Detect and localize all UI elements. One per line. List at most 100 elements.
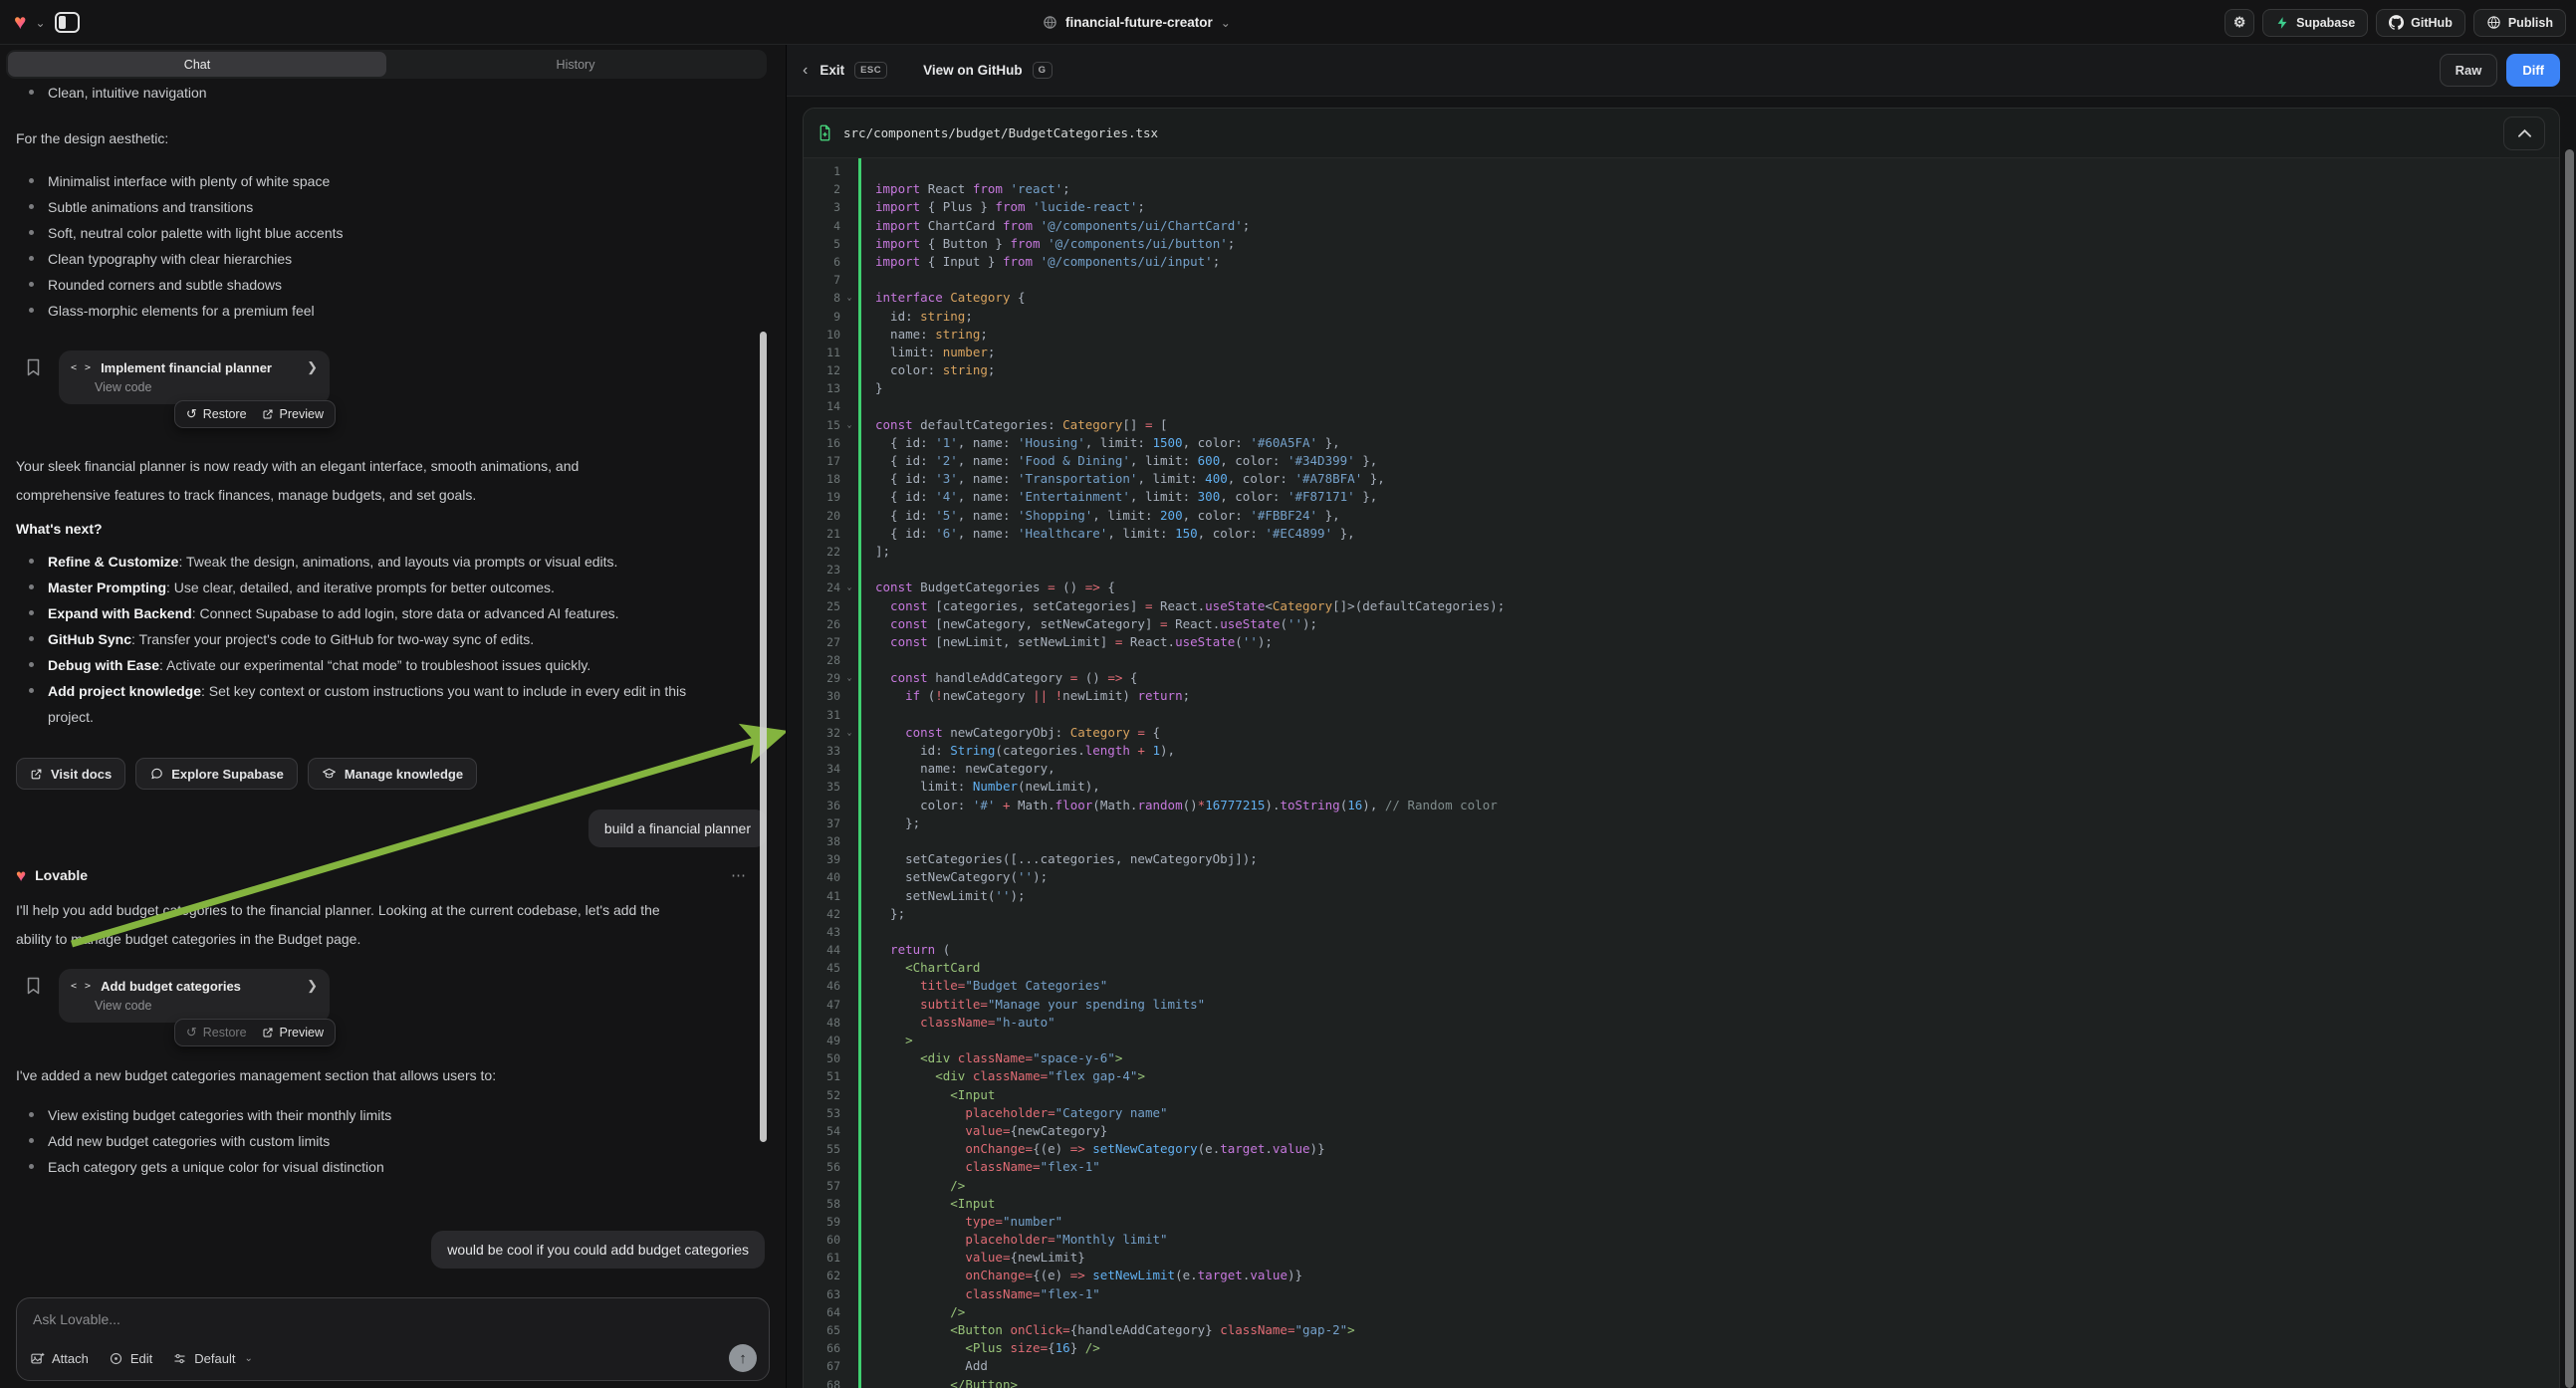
code-editor[interactable]: 12import React from 'react';3import { Pl… [804, 158, 2559, 1388]
code-line: 23 [804, 561, 2559, 578]
list-item: Clean typography with clear hierarchies [16, 246, 770, 272]
preview-button[interactable]: Preview [262, 407, 324, 421]
supabase-button[interactable]: Supabase [2262, 9, 2368, 37]
model-selector[interactable]: Default ⌄ [172, 1351, 253, 1366]
line-number: 58 [804, 1195, 840, 1213]
code-line: 49 > [804, 1032, 2559, 1049]
sidebar-toggle-icon[interactable] [55, 12, 80, 33]
added-paragraph: I've added a new budget categories manag… [16, 1064, 675, 1086]
list-item: GitHub Sync: Transfer your project's cod… [16, 626, 770, 652]
fold-chevron-icon[interactable]: ⌄ [840, 416, 858, 434]
bullet-text: Expand with Backend: Connect Supabase to… [48, 600, 619, 626]
fold-chevron-icon[interactable]: ⌄ [840, 669, 858, 687]
view-code-link[interactable]: View code [95, 999, 318, 1013]
external-link-icon [262, 1027, 274, 1039]
code-line: 6 import { Input } from '@/components/ui/… [804, 253, 2559, 271]
settings-button[interactable]: ⚙ [2225, 9, 2254, 37]
bookmark-icon[interactable] [26, 358, 41, 376]
explore-supabase-button[interactable]: Explore Supabase [135, 758, 298, 790]
tab-history[interactable]: History [386, 52, 765, 77]
bookmark-icon[interactable] [26, 977, 41, 995]
next-steps-list: Refine & Customize: Tweak the design, an… [16, 549, 770, 730]
code-line: 16 { id: '1', name: 'Housing', limit: 15… [804, 434, 2559, 452]
code-text: interface Category { [858, 289, 2559, 307]
collapse-file-button[interactable] [2503, 116, 2545, 150]
chat-input[interactable]: Ask Lovable... [33, 1311, 120, 1327]
line-number: 36 [804, 797, 840, 814]
more-options-icon[interactable]: ⋯ [731, 866, 748, 884]
help-paragraph: I'll help you add budget categories to t… [16, 896, 675, 954]
code-line: 55 onChange={(e) => setNewCategory(e.tar… [804, 1140, 2559, 1158]
code-line: 43 [804, 923, 2559, 941]
fold-chevron-icon[interactable]: ⌄ [840, 578, 858, 596]
code-line: 21 { id: '6', name: 'Healthcare', limit:… [804, 525, 2559, 543]
line-number: 21 [804, 525, 840, 543]
version-card-implement-financial-planner[interactable]: < > Implement financial planner ❯ View c… [59, 350, 330, 404]
attach-button[interactable]: Attach [30, 1351, 89, 1366]
chevron-right-icon[interactable]: ❯ [307, 978, 318, 994]
fold-chevron-icon[interactable]: ⌄ [840, 289, 858, 307]
manage-knowledge-button[interactable]: Manage knowledge [308, 758, 477, 790]
fold-gutter [840, 850, 858, 868]
line-number: 45 [804, 959, 840, 977]
fold-gutter [840, 633, 858, 651]
composer[interactable]: Ask Lovable... Attach Edit Default ⌄ ↑ [16, 1297, 770, 1381]
line-number: 6 [804, 253, 840, 271]
file-header[interactable]: src/components/budget/BudgetCategories.t… [804, 109, 2559, 158]
raw-button[interactable]: Raw [2440, 54, 2498, 87]
bullet-dot [29, 178, 34, 183]
bullet-text: Master Prompting: Use clear, detailed, a… [48, 575, 555, 600]
lovable-logo-icon[interactable]: ♥ [14, 12, 26, 33]
code-text: import { Input } from '@/components/ui/i… [858, 253, 2559, 271]
code-line: 31 [804, 706, 2559, 724]
publish-button[interactable]: Publish [2473, 9, 2566, 37]
fold-gutter [840, 832, 858, 850]
code-text: Add [858, 1357, 2559, 1375]
restore-button[interactable]: ↺Restore [186, 406, 247, 422]
diff-button[interactable]: Diff [2506, 54, 2560, 87]
exit-button[interactable]: Exit [820, 63, 844, 78]
fold-gutter [840, 706, 858, 724]
code-text [858, 397, 2559, 415]
chat-scrollbar[interactable] [760, 332, 767, 1142]
bullet-text: Minimalist interface with plenty of whit… [48, 168, 330, 194]
version-card-title: Add budget categories [101, 979, 298, 994]
code-text: } [858, 379, 2559, 397]
code-line: 56 className="flex-1" [804, 1158, 2559, 1176]
edit-mode-button[interactable]: Edit [109, 1351, 152, 1366]
visit-docs-button[interactable]: Visit docs [16, 758, 125, 790]
view-on-github-link[interactable]: View on GitHub [923, 63, 1023, 78]
send-button[interactable]: ↑ [729, 1344, 757, 1372]
github-button[interactable]: GitHub [2376, 9, 2465, 37]
line-number: 23 [804, 561, 840, 578]
fold-gutter [840, 1104, 858, 1122]
bullet-text: Rounded corners and subtle shadows [48, 272, 282, 298]
line-number: 4 [804, 217, 840, 235]
line-number: 33 [804, 742, 840, 760]
chevron-right-icon[interactable]: ❯ [307, 359, 318, 375]
preview-button[interactable]: Preview [262, 1026, 324, 1040]
supabase-bolt-icon [2275, 16, 2289, 30]
bullet-dot [29, 1112, 34, 1117]
restore-button-disabled[interactable]: ↺Restore [186, 1025, 247, 1041]
line-number: 48 [804, 1014, 840, 1032]
view-code-link[interactable]: View code [95, 380, 318, 394]
fold-gutter [840, 543, 858, 561]
composer-actions: Attach Edit Default ⌄ ↑ [30, 1344, 757, 1372]
fold-gutter [840, 361, 858, 379]
code-line: 40 setNewCategory(''); [804, 868, 2559, 886]
back-chevron-icon[interactable]: ‹ [803, 62, 808, 80]
fold-chevron-icon[interactable]: ⌄ [840, 724, 858, 742]
list-item: Expand with Backend: Connect Supabase to… [16, 600, 770, 626]
line-number: 65 [804, 1321, 840, 1339]
tab-chat[interactable]: Chat [8, 52, 386, 77]
assistant-name: Lovable [35, 867, 88, 883]
fold-gutter [840, 941, 858, 959]
version-card-add-budget-categories[interactable]: < > Add budget categories ❯ View code ↺R… [59, 969, 330, 1023]
project-switcher[interactable]: financial-future-creator ⌄ [1043, 0, 1231, 45]
bullet-dot [29, 308, 34, 313]
code-scrollbar[interactable] [2565, 149, 2574, 1388]
workspace-chevron-down-icon[interactable]: ⌄ [35, 16, 45, 30]
code-text: { id: '6', name: 'Healthcare', limit: 15… [858, 525, 2559, 543]
bullet-dot [29, 230, 34, 235]
